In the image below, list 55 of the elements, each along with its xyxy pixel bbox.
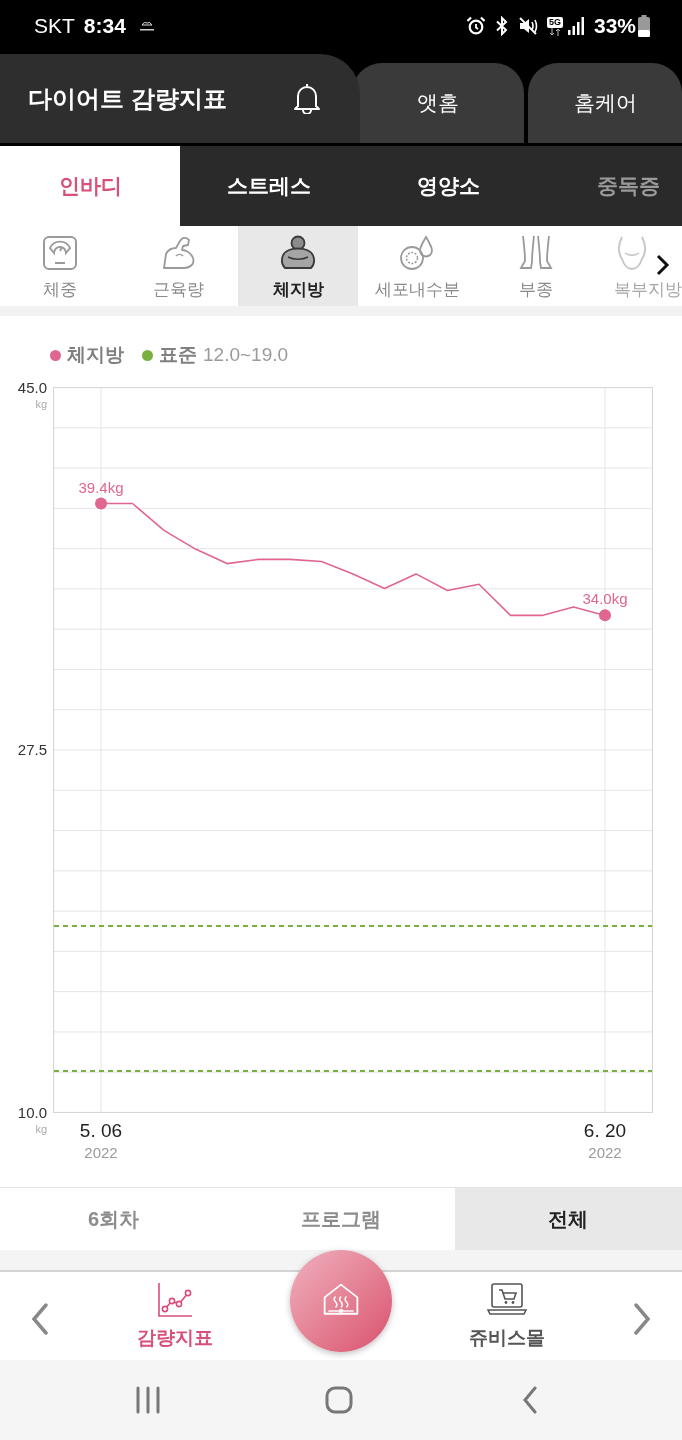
clock-time: 8:34 [83,13,126,39]
legend-label: 체지방 [67,342,124,367]
y-axis-tick-label: 27.5 [17,740,47,760]
back-icon[interactable] [521,1386,538,1414]
data-point-label: 34.0kg [582,590,628,608]
bell-icon[interactable] [292,82,322,114]
category-tab[interactable]: 인바디 [0,146,180,226]
flexed-arm-icon [160,235,197,271]
network-type: 5G [546,16,563,28]
data-arrows-icon [548,27,561,36]
x-axis-date-label: 5. 06 [79,1119,123,1143]
header-tab[interactable]: 다이어트 감량지표 [0,54,360,143]
app-logo-icon [138,20,155,32]
y-axis-tick-label: 10.0 [17,1102,47,1123]
x-axis-year-label: 2022 [84,1143,118,1163]
header-tab[interactable]: 홈케어 [528,63,682,143]
signal-icon [567,17,584,35]
alarm-icon [465,16,486,36]
legend-range: 12.0~19.0 [203,342,289,367]
y-axis-tick-label: 45.0 [17,377,47,398]
category-tab[interactable]: 중독증 [538,146,682,226]
metric-tab[interactable]: 부종 [476,226,596,306]
y-axis-unit: kg [35,397,47,410]
data-point-marker [599,609,611,622]
bluetooth-icon [494,16,509,36]
recent-apps-icon[interactable] [134,1386,161,1414]
home-icon[interactable] [324,1386,353,1414]
laptop-cart-icon [487,1282,527,1318]
battery-percent: 33% [593,13,636,39]
data-point-label: 39.4kg [78,478,124,496]
metric-tab[interactable]: 세포내수분 [357,226,477,306]
scale-icon [41,235,78,271]
metric-tab[interactable]: 체중 [0,226,120,306]
line-chart-icon [157,1282,193,1318]
category-tab[interactable]: 스트레스 [180,146,358,226]
round-body-icon [280,235,316,271]
category-tab[interactable]: 영양소 [358,146,538,226]
nav-tab[interactable]: 쥬비스몰 [412,1272,602,1360]
metric-tab[interactable]: 체지방 [238,226,358,306]
carrier-name: SKT [34,13,75,39]
chevron-right-icon[interactable] [656,254,670,276]
metric-tab[interactable]: 근육량 [119,226,239,306]
data-point-marker [95,497,107,510]
cell-drop-icon [399,235,436,271]
chevron-left-icon[interactable] [31,1303,49,1335]
nav-tab[interactable]: 감량지표 [80,1272,270,1360]
battery-icon [638,15,650,37]
x-axis-date-label: 6. 20 [583,1119,627,1143]
mute-icon [517,16,538,36]
x-axis-year-label: 2022 [588,1143,622,1163]
period-tab[interactable]: 전체 [454,1188,682,1250]
legend-label: 표준 [159,342,197,367]
home-button[interactable] [290,1250,392,1352]
y-axis-unit: kg [35,1122,47,1135]
legs-icon [518,235,555,271]
